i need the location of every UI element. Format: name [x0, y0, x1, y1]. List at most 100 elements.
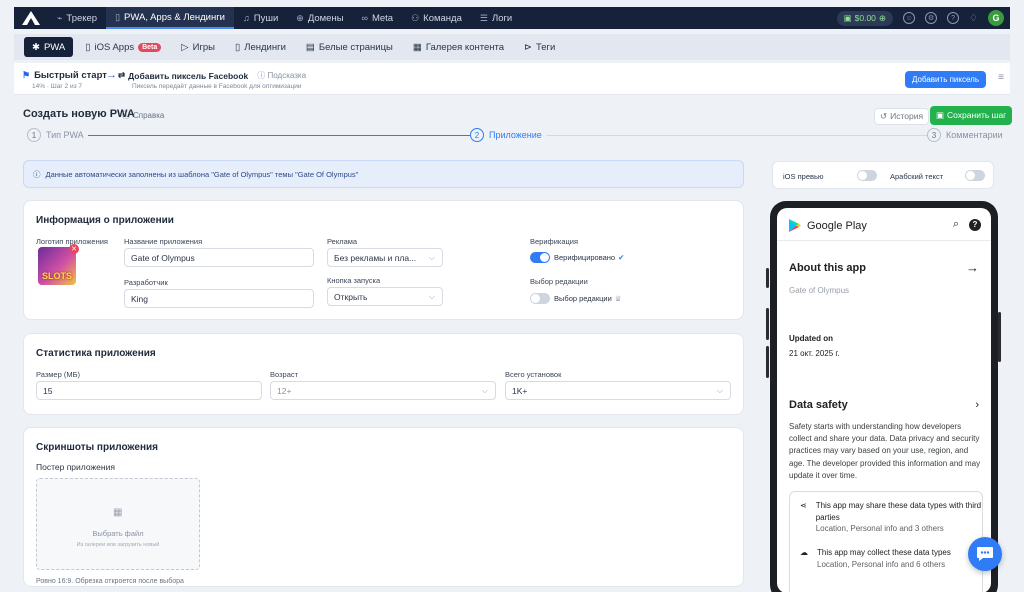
help-icon: ? [969, 218, 981, 231]
tab-white-pages[interactable]: ▤ Белые страницы [298, 37, 401, 57]
chart-icon: ⌁ [57, 12, 63, 23]
balance-badge[interactable]: ▣ $0.00 ⊕ [836, 10, 894, 26]
nav-label: PWA, Apps & Лендинги [124, 11, 225, 23]
upload-subtitle: Из галереи или загрузить новый [76, 542, 160, 548]
help-icon[interactable]: ? [947, 12, 960, 24]
tab-label: Игры [192, 41, 216, 53]
save-icon: ▣ [936, 110, 945, 120]
size-input[interactable]: 15 [36, 381, 262, 400]
step-label: Тип PWA [46, 130, 84, 140]
nav-pwa[interactable]: ▯ PWA, Apps & Лендинги [106, 7, 234, 29]
plus-icon: ⊕ [878, 12, 887, 23]
tab-gallery[interactable]: ▦ Галерея контента [405, 37, 512, 57]
ads-select[interactable]: Без рекламы и пла... ⌵ [327, 248, 443, 267]
tab-label: Теги [536, 41, 556, 53]
help-icon: ⓘ [122, 111, 130, 120]
ios-preview-toggle[interactable] [857, 170, 877, 181]
bell-icon: ♫ [243, 13, 250, 23]
save-step-button[interactable]: ▣ Сохранить шаг [930, 106, 1013, 125]
settings-icon[interactable]: ⚙ [925, 12, 938, 24]
launch-value: Открыть [334, 291, 368, 302]
data-safety-item: ⋖ This app may share these data types wit… [800, 500, 982, 535]
tab-ios-apps[interactable]: ▯ iOS Apps Beta [77, 37, 169, 57]
editor-toggle[interactable] [530, 293, 550, 304]
tab-label: Белые страницы [318, 41, 393, 53]
age-value: 12+ [277, 385, 292, 396]
menu-icon[interactable]: ≡ [998, 72, 1004, 83]
nav-logs[interactable]: ☰ Логи [471, 7, 521, 29]
history-icon: ↺ [880, 111, 888, 121]
card-title: Статистика приложения [36, 348, 156, 359]
nav-tracker[interactable]: ⌁ Трекер [48, 7, 106, 29]
quickstart-step[interactable]: ⇄ Добавить пиксель Facebook ⓘ Подсказка [118, 70, 306, 81]
nav-push[interactable]: ♫ Пуши [234, 7, 287, 29]
app-logo[interactable] [14, 7, 48, 29]
step-number: 3 [927, 128, 941, 142]
stepper: 1 Тип PWA 2 Приложение 3 Комментарии [27, 128, 1007, 144]
verify-value: Верифицировано [554, 253, 616, 262]
help-link[interactable]: ⓘ Справка [122, 110, 164, 121]
chevron-down-icon: ⌵ [428, 292, 435, 301]
quickstart-step-title: Добавить пиксель Facebook [128, 70, 249, 81]
installs-select[interactable]: 1K+ ⌵ [505, 381, 731, 400]
poster-upload-dropzone[interactable]: ▦ Выбрать файл Из галереи или загрузить … [36, 478, 200, 570]
tab-games[interactable]: ▷ Игры [173, 37, 223, 57]
tab-tags[interactable]: ⊳ Теги [516, 37, 563, 57]
ads-value: Без рекламы и пла... [334, 252, 417, 263]
app-info-card: Информация о приложении Логотип приложен… [23, 200, 744, 320]
developer-label: Разработчик [124, 278, 168, 287]
nav-domains[interactable]: ⊕ Домены [287, 7, 352, 29]
chat-button[interactable] [968, 537, 1002, 571]
data-safety-box: ⋖ This app may share these data types wit… [789, 491, 983, 592]
step-2[interactable]: 2 Приложение [470, 128, 546, 142]
stepper-line-done [87, 135, 472, 136]
beta-badge: Beta [138, 42, 162, 52]
developer-input[interactable]: King [124, 289, 314, 308]
share-icon: ⋖ [800, 501, 807, 510]
history-button[interactable]: ↺ История [874, 108, 930, 125]
data-safety-text: Safety starts with understanding how dev… [789, 422, 981, 480]
award-icon: ♕ [614, 294, 622, 303]
infinity-icon: ∞ [361, 13, 368, 23]
support-icon[interactable]: ☺ [903, 12, 916, 24]
editor-value: Выбор редакции [554, 294, 612, 303]
quickstart-title-text: Быстрый старт [34, 70, 107, 81]
wallet-icon: ▣ [843, 12, 852, 23]
hint-link[interactable]: ⓘ Подсказка [257, 70, 306, 81]
tab-pwa[interactable]: ✱ PWA [24, 37, 74, 57]
updated-label: Updated on [789, 334, 833, 343]
google-play-header: Google Play [789, 219, 867, 232]
nav-label: Домены [307, 12, 344, 24]
page-icon: ▤ [305, 41, 315, 53]
arabic-text-toggle[interactable] [965, 170, 985, 181]
step-1[interactable]: 1 Тип PWA [27, 128, 88, 142]
add-pixel-button[interactable]: Добавить пиксель [905, 71, 986, 88]
verify-toggle[interactable] [530, 252, 550, 263]
swap-icon: ⇄ [118, 70, 126, 80]
age-select[interactable]: 12+ ⌵ [270, 381, 496, 400]
phone-side-button [766, 268, 769, 288]
image-icon: ▦ [113, 507, 123, 518]
tab-landings[interactable]: ▯ Лендинги [227, 37, 294, 57]
globe-icon: ⊕ [296, 12, 304, 23]
launch-label: Кнопка запуска [327, 276, 381, 285]
quickstart-step-desc: Пиксель передаёт данные в Facebook для о… [132, 83, 302, 90]
launch-button-select[interactable]: Открыть ⌵ [327, 287, 443, 306]
remove-logo-icon[interactable]: ✕ [69, 244, 79, 254]
notification-icon[interactable]: ♢ [969, 13, 978, 24]
data-safety-heading: Data safety [789, 399, 848, 411]
avatar[interactable]: G [988, 10, 1004, 26]
step-3[interactable]: 3 Комментарии [927, 128, 1007, 142]
app-stats-card: Статистика приложения Размер (МБ) 15 Воз… [23, 333, 744, 415]
ios-preview-label: iOS превью [783, 172, 824, 181]
arrow-right-icon: → [966, 260, 979, 275]
app-name-input[interactable]: Gate of Olympus [124, 248, 314, 267]
nav-label: Пуши [253, 12, 279, 24]
sub-navigation: ✱ PWA ▯ iOS Apps Beta ▷ Игры ▯ Лендинги ▤ Белы… [14, 34, 1010, 60]
gallery-icon: ▦ [412, 41, 422, 53]
nav-team[interactable]: ⚇ Команда [402, 7, 471, 29]
phone-icon: ▯ [115, 11, 121, 22]
phone-icon: ▯ [85, 41, 91, 53]
nav-meta[interactable]: ∞ Meta [353, 7, 403, 29]
help-label: Справка [133, 111, 165, 120]
